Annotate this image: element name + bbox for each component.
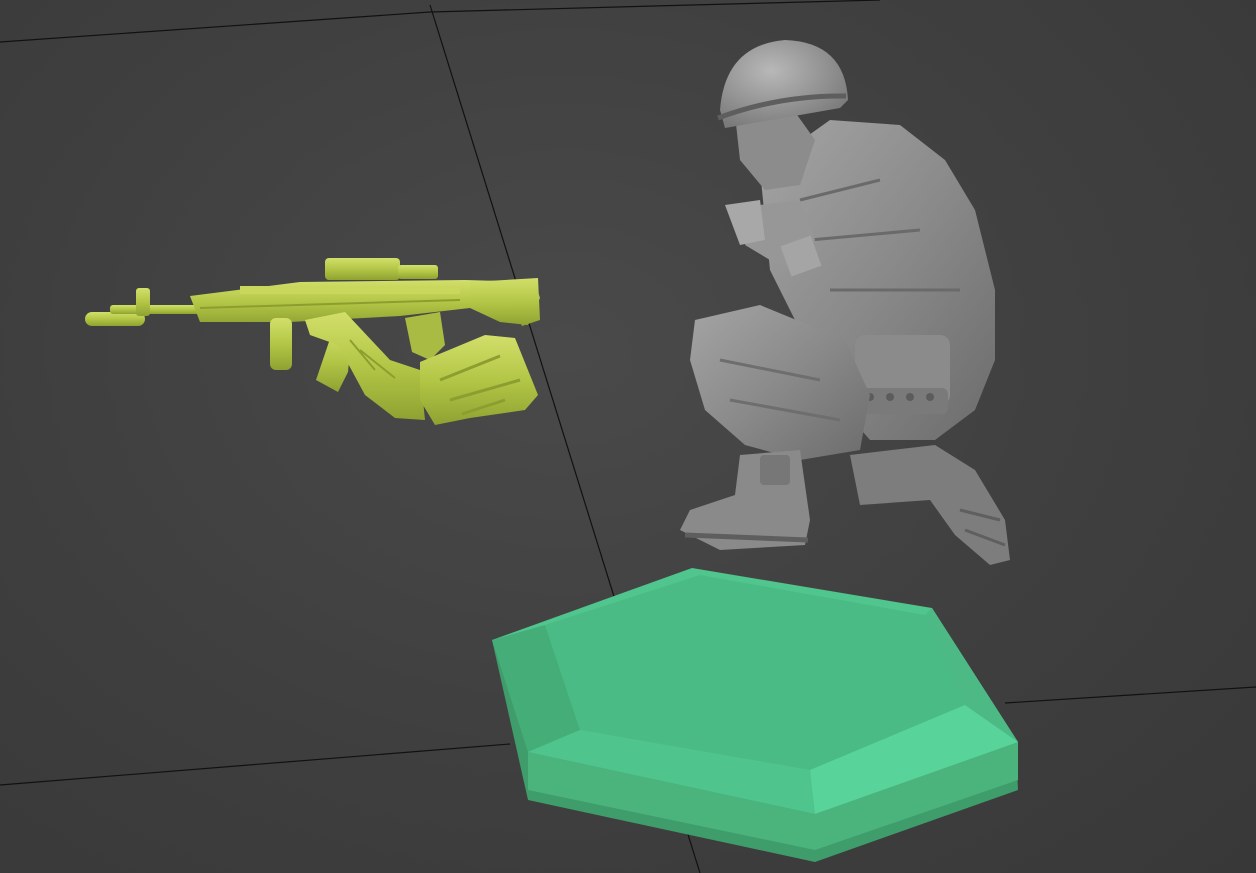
- grid-line: [429, 0, 881, 13]
- crouching-soldier[interactable]: [680, 40, 1010, 565]
- 3d-viewport[interactable]: [0, 0, 1256, 873]
- grid-line: [1004, 686, 1256, 704]
- viewport-canvas[interactable]: [0, 0, 1256, 873]
- hexagonal-base[interactable]: [492, 568, 1018, 862]
- rifle-with-arms[interactable]: [85, 258, 540, 425]
- grid-line: [0, 11, 431, 43]
- grid-line: [0, 743, 511, 786]
